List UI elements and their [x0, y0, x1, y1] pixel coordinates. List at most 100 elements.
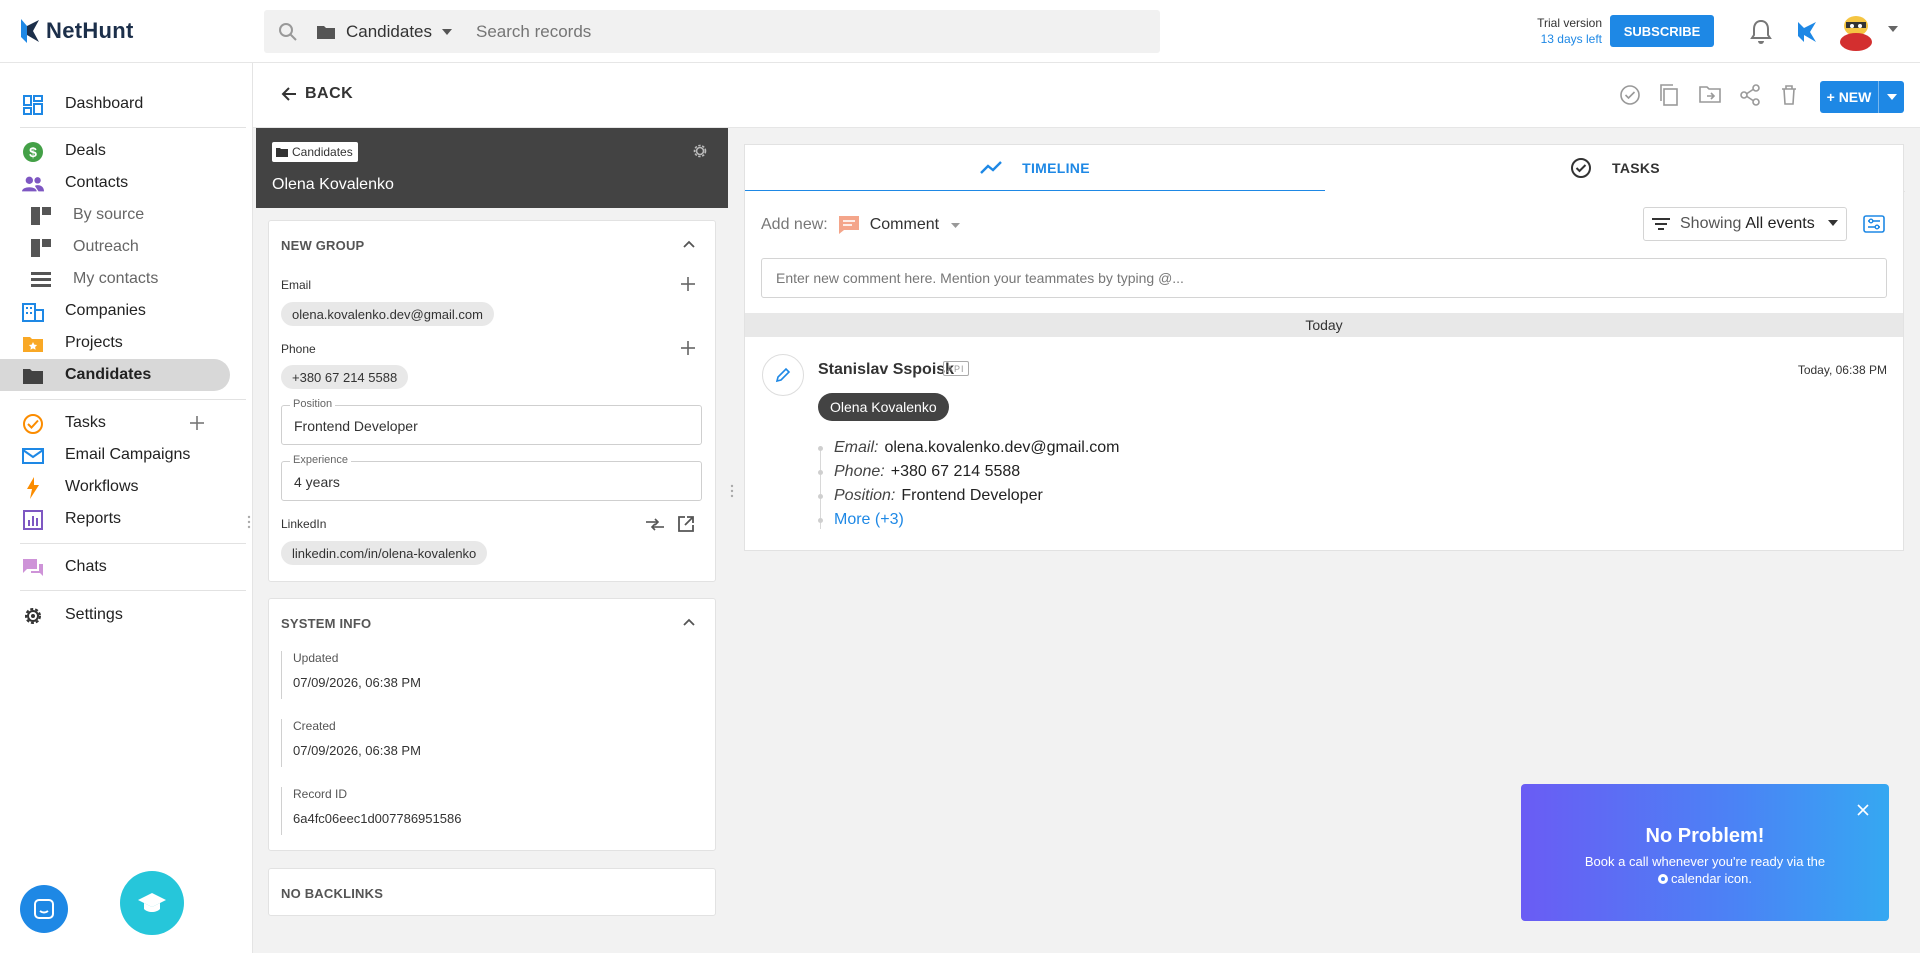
help-chat-button[interactable]: [20, 885, 68, 933]
add-new-selector[interactable]: Add new: Comment: [761, 215, 961, 235]
experience-field[interactable]: Experience 4 years: [281, 454, 702, 501]
event-author[interactable]: Stanislav Sspoisk: [818, 361, 954, 379]
resize-handle-icon[interactable]: [730, 484, 734, 502]
sidebar-item-label: Email Campaigns: [65, 446, 191, 463]
folder-tag[interactable]: Candidates: [272, 142, 358, 162]
back-button[interactable]: BACK: [281, 85, 353, 103]
sidebar-item-workflows[interactable]: Workflows: [0, 471, 230, 503]
nethunt-chat-icon[interactable]: [1796, 18, 1818, 44]
gear-icon[interactable]: [692, 143, 708, 159]
search-scope-select[interactable]: Candidates: [346, 22, 432, 42]
folder-tag-label: Candidates: [292, 145, 353, 159]
trial-days-left[interactable]: 13 days left: [1537, 31, 1602, 47]
bell-icon[interactable]: [1750, 19, 1772, 45]
sidebar: Dashboard $ Deals Contacts By source Out…: [0, 63, 253, 953]
sidebar-item-settings[interactable]: Settings: [0, 599, 230, 631]
timeline-event: Stanislav Sspoisk API Today, 06:38 PM Ol…: [744, 337, 1904, 551]
academy-button[interactable]: [120, 871, 184, 935]
add-phone-icon[interactable]: [681, 341, 695, 355]
chevron-down-icon: [951, 222, 961, 228]
sidebar-item-companies[interactable]: Companies: [0, 295, 230, 327]
search-input[interactable]: [476, 21, 1077, 42]
email-label: Email: [281, 278, 312, 292]
check-circle-icon[interactable]: [1619, 84, 1641, 106]
tab-timeline[interactable]: TIMELINE: [745, 145, 1325, 192]
divider: [20, 590, 246, 591]
sidebar-item-label: Companies: [65, 302, 146, 319]
timeline-toolbar: Add new: Comment Showing All events: [744, 191, 1904, 313]
dashboard-icon: [22, 94, 44, 116]
chevron-down-icon[interactable]: [442, 28, 453, 35]
record-id-info: Record ID 6a4fc06eec1d007786951586: [281, 787, 481, 835]
chevron-down-icon[interactable]: [1888, 26, 1898, 32]
more-fields-link[interactable]: More (+3): [834, 511, 904, 529]
trend-icon: [980, 160, 1002, 174]
sidebar-item-reports[interactable]: Reports: [0, 503, 230, 535]
updated-value: 07/09/2026, 06:38 PM: [293, 675, 421, 690]
copy-icon[interactable]: [1659, 84, 1679, 106]
add-new-type: Comment: [869, 216, 940, 233]
email-icon: [22, 445, 44, 467]
created-value: 07/09/2026, 06:38 PM: [293, 743, 421, 758]
sidebar-item-by-source[interactable]: By source: [0, 199, 230, 231]
comment-icon: [838, 216, 859, 234]
bullet-dot: [818, 494, 823, 499]
sidebar-item-deals[interactable]: $ Deals: [0, 135, 230, 167]
add-email-icon[interactable]: [681, 277, 695, 291]
subscribe-button[interactable]: SUBSCRIBE: [1610, 15, 1714, 47]
app-logo[interactable]: NetHunt: [18, 16, 134, 46]
phone-chip[interactable]: +380 67 214 5588: [281, 365, 409, 389]
event-record-chip[interactable]: Olena Kovalenko: [818, 393, 949, 421]
chevron-up-icon[interactable]: [683, 240, 695, 248]
share-icon[interactable]: [1739, 84, 1761, 106]
add-task-icon[interactable]: [190, 416, 204, 430]
comment-input[interactable]: [776, 270, 1866, 286]
sidebar-item-my-contacts[interactable]: My contacts: [0, 263, 230, 295]
move-to-folder-icon[interactable]: [1699, 84, 1721, 104]
event-filter-select[interactable]: Showing All events: [1643, 207, 1847, 241]
record-id-value[interactable]: 6a4fc06eec1d007786951586: [293, 811, 461, 826]
star-folder-icon: [22, 333, 44, 355]
new-record-button[interactable]: + NEW: [1820, 81, 1904, 113]
linkedin-chip[interactable]: linkedin.com/in/olena-kovalenko: [281, 541, 488, 565]
sidebar-item-contacts[interactable]: Contacts: [0, 167, 230, 199]
api-badge: API: [943, 361, 969, 376]
toast-body-line2: calendar icon.: [1671, 871, 1752, 886]
trash-icon[interactable]: [1780, 84, 1798, 106]
nethunt-logo-icon: [21, 19, 39, 43]
people-icon: [22, 173, 44, 195]
sidebar-item-label: My contacts: [73, 270, 159, 287]
sidebar-item-outreach[interactable]: Outreach: [0, 231, 230, 263]
gear-icon: [22, 605, 44, 627]
avatar[interactable]: [1836, 12, 1876, 52]
divider: [20, 399, 246, 400]
chevron-up-icon[interactable]: [683, 618, 695, 626]
resize-handle-icon[interactable]: [247, 515, 251, 533]
fields-card: NEW GROUP Email olena.kovalenko.dev@gmai…: [268, 220, 716, 582]
search-icon[interactable]: [278, 22, 298, 42]
chevron-down-icon: [1886, 94, 1897, 100]
tab-tasks[interactable]: TASKS: [1325, 145, 1905, 192]
comment-field[interactable]: [761, 258, 1887, 298]
sidebar-item-projects[interactable]: Projects: [0, 327, 230, 359]
external-link-icon[interactable]: [677, 515, 695, 533]
event-field-row: More (+3): [818, 509, 904, 531]
position-field[interactable]: Position Frontend Developer: [281, 398, 702, 445]
timeline-settings-icon[interactable]: [1863, 215, 1885, 233]
arrow-left-icon: [281, 87, 296, 101]
divider: [20, 127, 246, 128]
close-icon[interactable]: [1857, 804, 1869, 816]
new-dropdown-button[interactable]: [1878, 81, 1904, 113]
calendar-dot-icon: [1658, 874, 1669, 884]
add-new-label: Add new:: [761, 216, 828, 233]
sidebar-item-chats[interactable]: Chats: [0, 551, 230, 583]
email-chip[interactable]: olena.kovalenko.dev@gmail.com: [281, 302, 494, 326]
search-bar[interactable]: Candidates: [264, 10, 1160, 53]
avatar-image-icon: [1840, 16, 1872, 51]
graduation-cap-icon: [138, 893, 166, 912]
swap-icon[interactable]: [645, 517, 665, 531]
sidebar-item-email-campaigns[interactable]: Email Campaigns: [0, 439, 230, 471]
event-field-value: Frontend Developer: [901, 487, 1043, 504]
sidebar-item-dashboard[interactable]: Dashboard: [0, 88, 230, 120]
sidebar-item-candidates[interactable]: Candidates: [0, 359, 230, 391]
